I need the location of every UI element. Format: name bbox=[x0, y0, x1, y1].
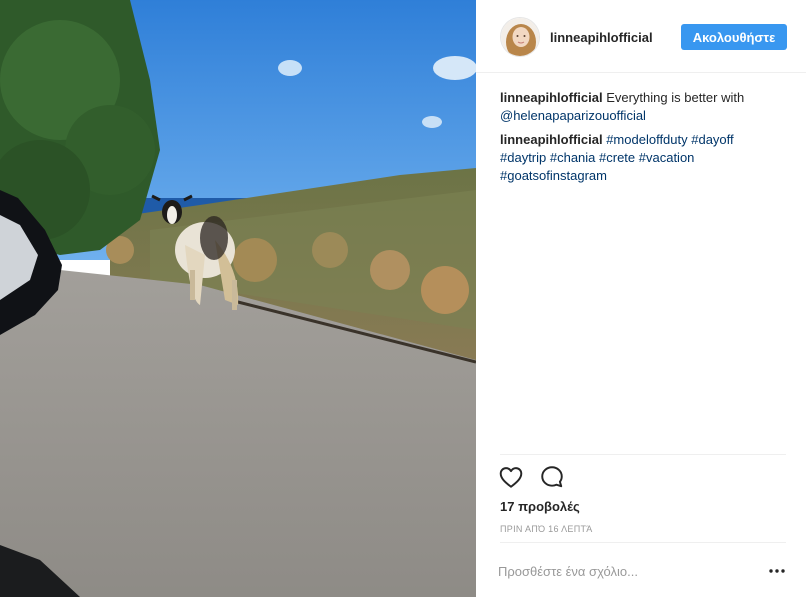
post-header: linneapihlofficial Ακολουθήστε bbox=[476, 0, 806, 73]
views-count[interactable]: 17 προβολές bbox=[500, 499, 580, 514]
avatar[interactable] bbox=[500, 17, 540, 57]
instagram-post: linneapihlofficial Ακολουθήστε linneapih… bbox=[0, 0, 806, 597]
divider bbox=[500, 542, 786, 543]
follow-button[interactable]: Ακολουθήστε bbox=[681, 24, 787, 50]
avatar-photo bbox=[501, 18, 539, 56]
divider bbox=[500, 454, 786, 455]
add-comment-input[interactable] bbox=[498, 559, 748, 583]
post-media[interactable] bbox=[0, 0, 476, 597]
goat-roadside-photo bbox=[0, 0, 476, 597]
comment-username[interactable]: linneapihlofficial bbox=[500, 132, 603, 147]
comment-text: Everything is better with bbox=[606, 90, 745, 105]
comment-username[interactable]: linneapihlofficial bbox=[500, 90, 603, 105]
comment-hashtags[interactable]: #modeloffduty #dayoff bbox=[606, 132, 733, 147]
comment-hashtags[interactable]: #goatsofinstagram bbox=[500, 168, 607, 183]
heart-icon bbox=[499, 467, 523, 488]
post-username[interactable]: linneapihlofficial bbox=[550, 30, 653, 45]
like-button[interactable] bbox=[498, 464, 524, 490]
post-details-panel: linneapihlofficial Ακολουθήστε linneapih… bbox=[476, 0, 806, 597]
comment-mention-link[interactable]: @helenapaparizouofficial bbox=[500, 108, 646, 123]
post-timestamp[interactable]: ΠΡΙΝ ΑΠΌ 16 ΛΕΠΤΆ bbox=[500, 524, 593, 534]
more-options-button[interactable] bbox=[768, 563, 786, 579]
comment-button[interactable] bbox=[539, 464, 565, 490]
comment-bubble-icon bbox=[541, 466, 563, 488]
more-options-icon bbox=[769, 569, 785, 573]
comment-hashtags[interactable]: #daytrip #chania #crete #vacation bbox=[500, 150, 694, 165]
comments-list: linneapihlofficial Everything is better … bbox=[500, 89, 790, 191]
comment-item: linneapihlofficial #modeloffduty #dayoff… bbox=[500, 131, 790, 185]
comment-item: linneapihlofficial Everything is better … bbox=[500, 89, 790, 125]
